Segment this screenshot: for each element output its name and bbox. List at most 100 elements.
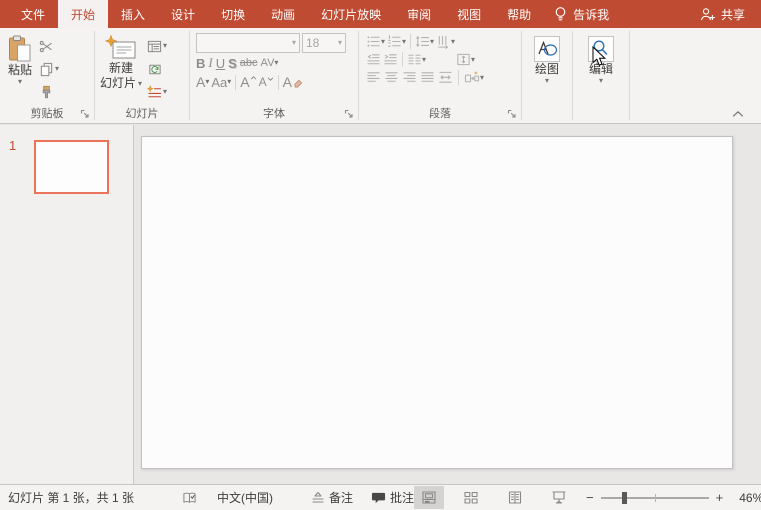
- font-size-value: 18: [306, 36, 319, 50]
- slide-sorter-view-button[interactable]: [456, 486, 486, 509]
- bold-button[interactable]: B: [196, 56, 205, 71]
- strikethrough-button[interactable]: abc: [240, 57, 258, 69]
- section-button[interactable]: ▾: [145, 82, 169, 102]
- paste-clipboard-icon: [7, 35, 33, 63]
- change-case-label: Aa: [211, 75, 227, 90]
- reset-slide-button[interactable]: [145, 59, 169, 79]
- justify-button[interactable]: [420, 70, 435, 85]
- zoom-out-button[interactable]: −: [584, 490, 596, 505]
- tab-home[interactable]: 开始: [58, 0, 108, 28]
- align-right-button[interactable]: [402, 70, 417, 85]
- language-text: 中文(中国): [217, 489, 273, 506]
- slide-canvas[interactable]: [141, 136, 733, 469]
- mini-divider: [402, 52, 403, 67]
- notes-button[interactable]: 备注: [311, 489, 353, 506]
- paragraph-dialog-launcher[interactable]: [507, 109, 517, 119]
- new-slide-button[interactable]: 新建 幻灯片▾: [100, 32, 142, 91]
- tab-review[interactable]: 审阅: [394, 0, 444, 28]
- language-status-button[interactable]: 中文(中国): [217, 489, 273, 506]
- cut-button[interactable]: [37, 36, 61, 56]
- zoom-slider[interactable]: [601, 497, 709, 499]
- tab-label: 动画: [271, 6, 295, 23]
- tell-me-box[interactable]: 告诉我: [544, 0, 619, 28]
- paragraph-group: ▾ ▾ ▾ ▾ ▾: [359, 28, 521, 123]
- italic-button[interactable]: I: [208, 55, 212, 71]
- clear-formatting-button[interactable]: A: [283, 74, 303, 90]
- align-center-button[interactable]: [384, 70, 399, 85]
- font-name-combo[interactable]: ▾: [196, 33, 300, 53]
- zoom-percentage-button[interactable]: 46%: [731, 491, 761, 505]
- spellcheck-status-button[interactable]: [182, 491, 197, 505]
- share-button[interactable]: 共享: [684, 0, 761, 28]
- slide-indicator[interactable]: 幻灯片 第 1 张，共 1 张: [8, 489, 134, 506]
- zoom-in-button[interactable]: +: [714, 490, 726, 505]
- mini-divider: [235, 75, 236, 90]
- find-magnifier-icon: [591, 39, 611, 59]
- tab-slideshow[interactable]: 幻灯片放映: [308, 0, 394, 28]
- tab-help[interactable]: 帮助: [494, 0, 544, 28]
- font-group: ▾ 18 ▾ B I U S abc AV ▾ A ▾ Aa: [190, 28, 358, 123]
- dropdown-arrow: ▾: [402, 38, 406, 46]
- text-direction-button[interactable]: ▾: [436, 34, 455, 49]
- increase-font-size-button[interactable]: A: [240, 74, 256, 90]
- decrease-indent-button[interactable]: [366, 52, 381, 67]
- dropdown-arrow: ▾: [338, 39, 342, 47]
- mini-divider: [410, 34, 411, 49]
- format-painter-button[interactable]: [37, 82, 61, 102]
- clipboard-dialog-launcher[interactable]: [80, 109, 90, 119]
- tab-file[interactable]: 文件: [8, 0, 58, 28]
- dropdown-arrow: ▾: [55, 65, 59, 73]
- align-left-button[interactable]: [366, 70, 381, 85]
- dropdown-arrow: ▾: [163, 88, 167, 96]
- spellcheck-book-icon: [182, 491, 197, 505]
- character-spacing-button[interactable]: AV ▾: [261, 57, 279, 69]
- tab-insert[interactable]: 插入: [108, 0, 158, 28]
- tab-label: 视图: [457, 6, 481, 23]
- line-spacing-button[interactable]: ▾: [415, 34, 434, 49]
- drawing-button[interactable]: 绘图 ▾: [522, 33, 572, 85]
- group-separator: [629, 31, 630, 120]
- copy-button[interactable]: ▾: [37, 59, 61, 79]
- slide-thumbnail[interactable]: [34, 140, 109, 194]
- notes-icon: [311, 491, 325, 504]
- underline-button[interactable]: U: [216, 56, 225, 71]
- bullets-icon: [366, 34, 381, 49]
- slide-layout-button[interactable]: ▾: [145, 36, 169, 56]
- text-shadow-button[interactable]: S: [228, 56, 237, 71]
- change-case-button[interactable]: Aa ▾: [211, 75, 231, 90]
- align-text-icon: [456, 52, 471, 67]
- tab-label: 插入: [121, 6, 145, 23]
- comments-button[interactable]: 批注: [371, 489, 414, 506]
- tab-label: 切换: [221, 6, 245, 23]
- tab-design[interactable]: 设计: [158, 0, 208, 28]
- decrease-font-size-button[interactable]: A: [259, 75, 274, 89]
- tabbar-spacer: [619, 0, 684, 28]
- slide-thumbnail-panel: 1: [0, 125, 134, 484]
- distribute-button[interactable]: [438, 70, 453, 85]
- font-color-button[interactable]: A ▾: [196, 74, 209, 90]
- dropdown-arrow: ▾: [18, 78, 22, 86]
- paragraph-group-label: 段落: [429, 108, 451, 120]
- reading-view-button[interactable]: [500, 486, 530, 509]
- slideshow-view-button[interactable]: [544, 486, 574, 509]
- tab-view[interactable]: 视图: [444, 0, 494, 28]
- collapse-ribbon-button[interactable]: [732, 110, 744, 118]
- tab-animations[interactable]: 动画: [258, 0, 308, 28]
- bullets-button[interactable]: ▾: [366, 34, 385, 49]
- columns-button[interactable]: ▾: [407, 52, 426, 67]
- align-text-button[interactable]: ▾: [456, 52, 475, 67]
- convert-smartart-button[interactable]: ▾: [464, 70, 484, 85]
- decrease-size-label: A: [259, 75, 267, 89]
- editing-group: 编辑 ▾: [573, 28, 629, 123]
- normal-view-button[interactable]: [414, 486, 444, 509]
- tab-transitions[interactable]: 切换: [208, 0, 258, 28]
- drawing-group: 绘图 ▾: [522, 28, 572, 123]
- increase-indent-button[interactable]: [383, 52, 398, 67]
- font-size-combo[interactable]: 18 ▾: [302, 33, 346, 53]
- slide-indicator-text: 幻灯片 第 1 张，共 1 张: [8, 489, 134, 506]
- numbering-button[interactable]: ▾: [387, 34, 406, 49]
- font-dialog-launcher[interactable]: [344, 109, 354, 119]
- paste-button[interactable]: 粘贴 ▾: [7, 32, 33, 86]
- zoom-slider-thumb[interactable]: [622, 492, 627, 504]
- editing-button[interactable]: 编辑 ▾: [573, 33, 629, 85]
